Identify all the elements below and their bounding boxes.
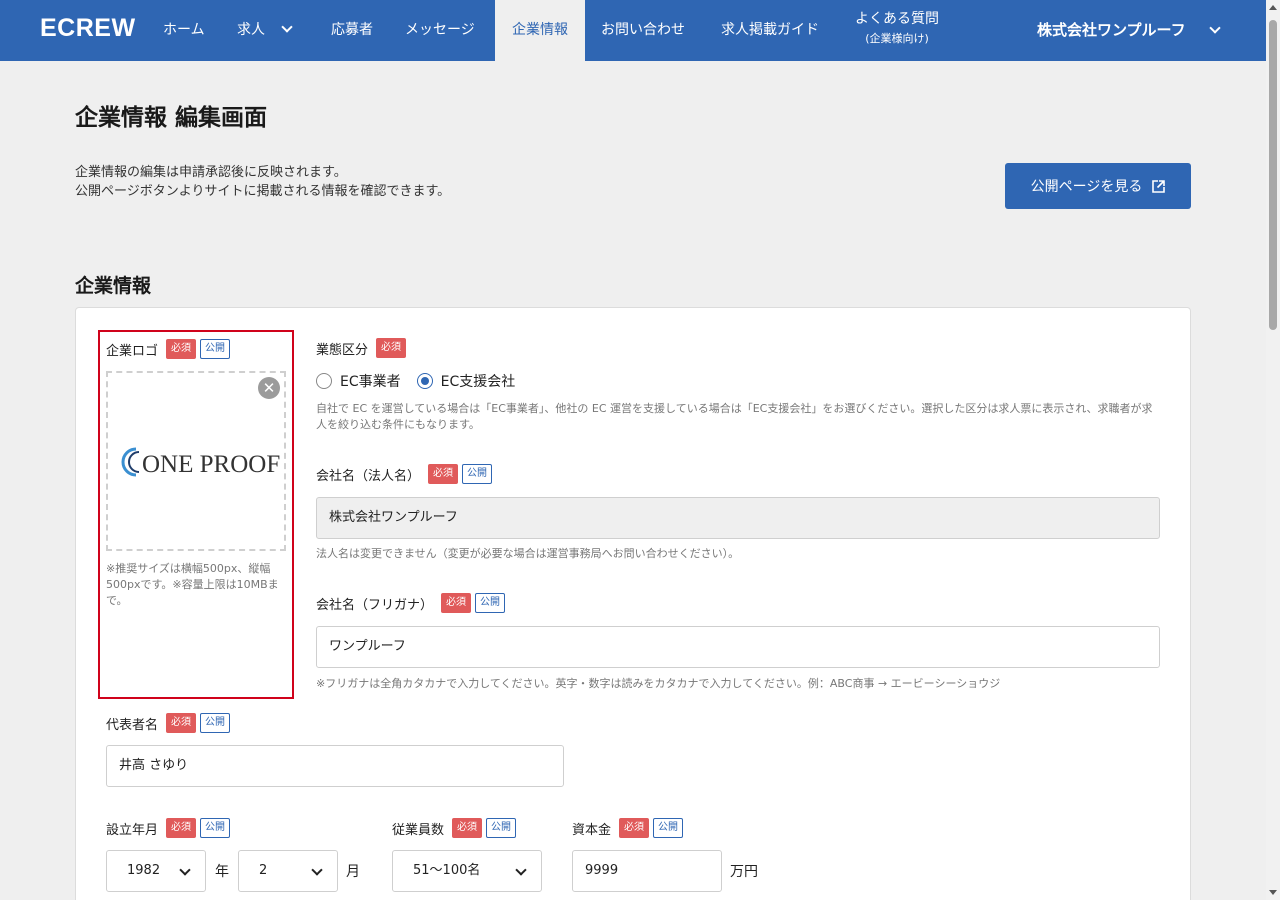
founded-label-text: 設立年月 bbox=[106, 822, 159, 838]
view-public-page-button[interactable]: 公開ページを見る bbox=[1005, 163, 1191, 209]
required-badge: 必須 bbox=[441, 593, 472, 613]
required-badge: 必須 bbox=[166, 713, 197, 733]
radio-label: EC支援会社 bbox=[440, 374, 516, 390]
scroll-thumb[interactable] bbox=[1269, 20, 1277, 330]
nav-home[interactable]: ホーム bbox=[163, 0, 205, 61]
capital-label-text: 資本金 bbox=[572, 822, 612, 838]
logo-wordmark: ONE PROOF bbox=[142, 451, 280, 478]
employees-label-text: 従業員数 bbox=[392, 822, 445, 838]
nav-messages[interactable]: メッセージ bbox=[405, 0, 475, 61]
founded-label: 設立年月 必須 公開 bbox=[106, 818, 231, 838]
site-logo[interactable]: ECREW bbox=[40, 14, 136, 43]
business-type-label-text: 業態区分 bbox=[316, 342, 369, 358]
nav-jobs-label: 求人 bbox=[237, 22, 265, 38]
chevron-down-icon bbox=[179, 864, 191, 876]
chevron-down-icon bbox=[1209, 22, 1221, 34]
chevron-down-icon bbox=[281, 21, 294, 33]
nav-posting-guide[interactable]: 求人掲載ガイド bbox=[721, 0, 819, 61]
public-badge: 公開 bbox=[653, 818, 684, 838]
radio-ec-support[interactable]: EC支援会社 bbox=[416, 371, 516, 391]
company-kana-input[interactable]: ワンプルーフ bbox=[316, 626, 1160, 668]
nav-company-info[interactable]: 企業情報 bbox=[495, 0, 585, 61]
month-unit: 月 bbox=[346, 864, 360, 880]
logo-label: 企業ロゴ 必須 公開 bbox=[106, 339, 231, 359]
representative-input[interactable]: 井高 さゆり bbox=[106, 745, 564, 787]
representative-label-text: 代表者名 bbox=[106, 717, 159, 733]
required-badge: 必須 bbox=[452, 818, 483, 838]
logo-label-text: 企業ロゴ bbox=[106, 343, 159, 359]
public-badge: 公開 bbox=[475, 593, 506, 613]
vertical-scrollbar[interactable] bbox=[1266, 0, 1280, 900]
page-description: 企業情報の編集は申請承認後に反映されます。 公開ページボタンよりサイトに掲載され… bbox=[75, 163, 450, 201]
company-name-help: 法人名は変更できません（変更が必要な場合は運営事務局へお問い合わせください）。 bbox=[316, 547, 740, 560]
nav-applicants[interactable]: 応募者 bbox=[331, 0, 373, 61]
company-name-label: 会社名（法人名） 必須 公開 bbox=[316, 464, 493, 484]
section-title: 企業情報 bbox=[75, 275, 152, 297]
public-badge: 公開 bbox=[200, 713, 231, 733]
founded-year-value: 1982 bbox=[127, 863, 161, 878]
founded-year-select[interactable]: 1982 bbox=[106, 850, 206, 892]
radio-ec-operator[interactable]: EC事業者 bbox=[316, 371, 401, 391]
employees-label: 従業員数 必須 公開 bbox=[392, 818, 517, 838]
required-badge: 必須 bbox=[166, 818, 197, 838]
capital-input[interactable]: 9999 bbox=[572, 850, 722, 892]
top-navigation-bar: ECREW ホーム 求人 応募者 メッセージ 企業情報 お問い合わせ 求人掲載ガ… bbox=[0, 0, 1266, 61]
page-description-line: 企業情報の編集は申請承認後に反映されます。 bbox=[75, 165, 347, 180]
company-logo-image: ONE PROOF bbox=[121, 447, 280, 478]
view-public-page-label: 公開ページを見る bbox=[1030, 179, 1143, 195]
company-name-label-text: 会社名（法人名） bbox=[316, 468, 421, 484]
page-title: 企業情報 編集画面 bbox=[75, 105, 268, 131]
employees-value: 51〜100名 bbox=[413, 863, 481, 878]
nav-jobs[interactable]: 求人 bbox=[237, 0, 294, 61]
required-badge: 必須 bbox=[166, 339, 197, 359]
logo-upload-area[interactable]: ONE PROOF bbox=[106, 371, 286, 551]
business-type-help: 自社で EC を運営している場合は「EC事業者」、他社の EC 運営を支援してい… bbox=[316, 402, 1153, 431]
representative-label: 代表者名 必須 公開 bbox=[106, 713, 231, 733]
radio-circle[interactable] bbox=[316, 373, 332, 389]
logo-size-note: ※推奨サイズは横幅500px、縦幅500pxです。※容量上限は10MBまで。 bbox=[106, 562, 279, 607]
chevron-down-icon bbox=[515, 864, 527, 876]
scroll-down-arrow-icon[interactable] bbox=[1269, 890, 1277, 895]
company-kana-help: ※フリガナは全角カタカナで入力してください。英字・数字は読みをカタカナで入力して… bbox=[316, 677, 1001, 690]
founded-month-select[interactable]: 2 bbox=[238, 850, 338, 892]
business-type-label: 業態区分 必須 bbox=[316, 338, 407, 358]
external-link-icon bbox=[1152, 179, 1166, 193]
capital-label: 資本金 必須 公開 bbox=[572, 818, 684, 838]
employees-select[interactable]: 51〜100名 bbox=[392, 850, 542, 892]
nav-faq-label: よくある質問 bbox=[855, 11, 939, 27]
chevron-down-icon bbox=[311, 864, 323, 876]
nav-contact[interactable]: お問い合わせ bbox=[601, 0, 685, 61]
nav-faq[interactable]: よくある質問 (企業様向け) bbox=[855, 10, 939, 48]
remove-logo-close-icon[interactable]: ✕ bbox=[258, 377, 280, 399]
radio-circle-checked[interactable] bbox=[416, 373, 433, 389]
company-kana-label-text: 会社名（フリガナ） bbox=[316, 597, 434, 613]
company-account-menu[interactable]: 株式会社ワンプルーフ bbox=[1037, 0, 1221, 61]
year-unit: 年 bbox=[215, 864, 229, 880]
company-name-input: 株式会社ワンプルーフ bbox=[316, 497, 1160, 539]
page-description-line: 公開ページボタンよりサイトに掲載される情報を確認できます。 bbox=[75, 184, 451, 199]
public-badge: 公開 bbox=[486, 818, 517, 838]
company-kana-label: 会社名（フリガナ） 必須 公開 bbox=[316, 593, 506, 613]
capital-unit: 万円 bbox=[730, 864, 758, 880]
radio-label: EC事業者 bbox=[340, 374, 401, 390]
founded-month-value: 2 bbox=[259, 863, 268, 878]
public-badge: 公開 bbox=[200, 818, 231, 838]
required-badge: 必須 bbox=[619, 818, 650, 838]
business-type-radio-group: EC事業者 EC支援会社 bbox=[316, 371, 531, 391]
required-badge: 必須 bbox=[376, 338, 407, 358]
public-badge: 公開 bbox=[462, 464, 493, 484]
company-name: 株式会社ワンプルーフ bbox=[1037, 21, 1186, 39]
scroll-up-arrow-icon[interactable] bbox=[1269, 5, 1277, 10]
nav-faq-sub: (企業様向け) bbox=[865, 32, 929, 45]
required-badge: 必須 bbox=[428, 464, 459, 484]
public-badge: 公開 bbox=[200, 339, 231, 359]
